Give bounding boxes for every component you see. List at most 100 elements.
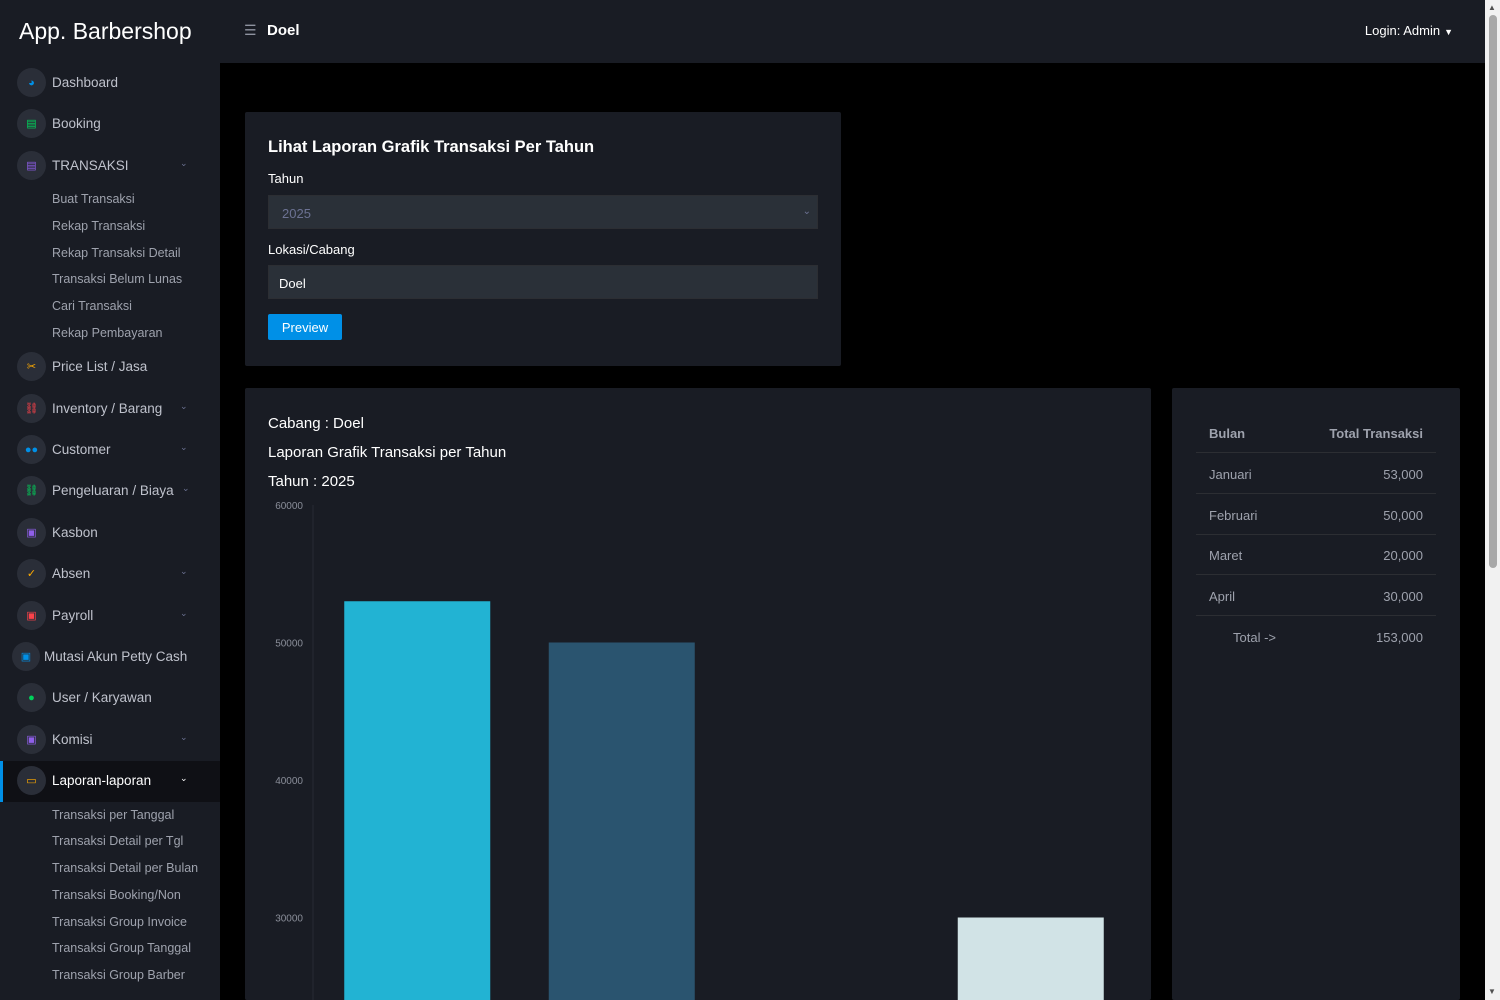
submenu-transaksi-per-tanggal[interactable]: Transaksi per Tanggal bbox=[52, 808, 174, 822]
branch-field[interactable]: Doel bbox=[268, 265, 818, 299]
submenu-transaksi-detail-per-bulan[interactable]: Transaksi Detail per Bulan bbox=[52, 861, 198, 875]
submenu-rekap-transaksi-detail[interactable]: Rekap Transaksi Detail bbox=[52, 246, 181, 260]
cash-icon: ▣ bbox=[12, 642, 40, 671]
chevron-down-icon: ⌄ bbox=[180, 401, 188, 411]
table-cell-month: Maret bbox=[1209, 548, 1243, 563]
sidebar-item-label: Payroll bbox=[52, 608, 94, 623]
submenu-transaksi-detail-per-tgl[interactable]: Transaksi Detail per Tgl bbox=[52, 834, 183, 848]
chevron-down-icon: ⌄ bbox=[180, 773, 188, 783]
users-icon: ●● bbox=[17, 435, 46, 464]
branch-title: Doel bbox=[267, 22, 300, 39]
sidebar-item-label: Price List / Jasa bbox=[52, 359, 148, 374]
table-cell-total: 50,000 bbox=[1383, 508, 1423, 523]
sidebar-item-booking[interactable]: ▤ Booking bbox=[0, 104, 220, 145]
sidebar-item-label: Booking bbox=[52, 116, 101, 131]
table-row: Februari 50,000 bbox=[1196, 495, 1436, 535]
chevron-down-icon: ⌄ bbox=[802, 206, 811, 217]
login-label: Login: Admin bbox=[1364, 23, 1441, 38]
table-total-value: 153,000 bbox=[1376, 630, 1423, 645]
sidebar-item-inventory[interactable]: ⛓ Inventory / Barang ⌄ bbox=[0, 389, 220, 430]
submenu-rekap-transaksi[interactable]: Rekap Transaksi bbox=[52, 219, 145, 233]
scroll-down-icon[interactable]: ▼ bbox=[1488, 987, 1496, 996]
y-tick-label: 40000 bbox=[275, 776, 303, 787]
submenu-buat-transaksi[interactable]: Buat Transaksi bbox=[52, 192, 135, 206]
table-total-label: Total -> bbox=[1233, 630, 1276, 645]
submenu-transaksi-group-invoice[interactable]: Transaksi Group Invoice bbox=[52, 915, 187, 929]
chevron-down-icon: ⌄ bbox=[180, 566, 188, 576]
table-row: Januari 53,000 bbox=[1196, 454, 1436, 494]
y-tick-label: 50000 bbox=[275, 639, 303, 650]
hamburger-icon[interactable]: ☰ bbox=[244, 22, 257, 39]
table-cell-total: 30,000 bbox=[1383, 589, 1423, 604]
sidebar-item-payroll[interactable]: ▣ Payroll ⌄ bbox=[0, 596, 220, 637]
filter-card-title: Lihat Laporan Grafik Transaksi Per Tahun bbox=[268, 138, 595, 156]
sidebar-item-label: Laporan-laporan bbox=[52, 773, 152, 788]
laptop-icon: ▭ bbox=[17, 766, 46, 795]
table-header-total: Total Transaksi bbox=[1329, 426, 1423, 441]
sidebar-item-label: TRANSAKSI bbox=[52, 158, 129, 173]
table-row: April 30,000 bbox=[1196, 576, 1436, 616]
sidebar-item-pengeluaran[interactable]: ⛓ Pengeluaran / Biaya ⌄ bbox=[0, 471, 220, 512]
sidebar: ◕ Dashboard ▤ Booking ▤ TRANSAKSI ⌄ Buat… bbox=[0, 63, 220, 1000]
bar-februari[interactable] bbox=[548, 642, 695, 1000]
sidebar-item-transaksi[interactable]: ▤ TRANSAKSI ⌄ bbox=[0, 146, 220, 187]
submenu-transaksi-booking-non[interactable]: Transaksi Booking/Non bbox=[52, 888, 181, 902]
submenu-transaksi-belum-lunas[interactable]: Transaksi Belum Lunas bbox=[52, 272, 182, 286]
chevron-down-icon: ⌄ bbox=[180, 158, 188, 168]
sidebar-item-label: Customer bbox=[52, 442, 111, 457]
y-tick-label: 60000 bbox=[275, 501, 303, 512]
preview-button[interactable]: Preview bbox=[268, 314, 342, 340]
chevron-down-icon: ⌄ bbox=[180, 732, 188, 742]
top-navbar: App. Barbershop ☰ Doel Login: Admin ▼ bbox=[0, 0, 1485, 63]
sidebar-item-label: Kasbon bbox=[52, 525, 98, 540]
document-icon: ▤ bbox=[17, 109, 46, 138]
bar-januari[interactable] bbox=[344, 601, 491, 1000]
table-cell-month: April bbox=[1209, 589, 1236, 604]
table-header-row: Bulan Total Transaksi bbox=[1196, 413, 1436, 453]
scroll-up-icon[interactable]: ▲ bbox=[1488, 3, 1496, 12]
submenu-cari-transaksi[interactable]: Cari Transaksi bbox=[52, 299, 132, 313]
cash-icon: ▣ bbox=[17, 518, 46, 547]
submenu-transaksi-group-tanggal[interactable]: Transaksi Group Tanggal bbox=[52, 941, 191, 955]
submenu-rekap-pembayaran[interactable]: Rekap Pembayaran bbox=[52, 326, 162, 340]
table-cell-month: Februari bbox=[1209, 508, 1258, 523]
summary-table-card: Bulan Total Transaksi Januari 53,000 Feb… bbox=[1172, 388, 1460, 1000]
page-scrollbar[interactable]: ▲ ▼ bbox=[1485, 0, 1500, 1000]
submenu-transaksi-group-barber[interactable]: Transaksi Group Barber bbox=[52, 968, 185, 982]
table-cell-total: 53,000 bbox=[1383, 467, 1423, 482]
sidebar-item-kasbon[interactable]: ▣ Kasbon bbox=[0, 513, 220, 554]
scrollbar-thumb[interactable] bbox=[1489, 15, 1497, 568]
sidebar-item-komisi[interactable]: ▣ Komisi ⌄ bbox=[0, 720, 220, 761]
year-select[interactable]: 2025 ⌄ bbox=[268, 195, 818, 229]
sidebar-item-customer[interactable]: ●● Customer ⌄ bbox=[0, 430, 220, 471]
check-icon: ✓ bbox=[17, 559, 46, 588]
chart-card: Cabang : Doel Laporan Grafik Transaksi p… bbox=[245, 388, 1151, 1000]
sidebar-item-label: Pengeluaran / Biaya bbox=[52, 483, 174, 498]
year-label: Tahun bbox=[268, 171, 304, 186]
sidebar-item-absen[interactable]: ✓ Absen ⌄ bbox=[0, 554, 220, 595]
y-tick-label: 30000 bbox=[275, 914, 303, 925]
table-header-month: Bulan bbox=[1209, 426, 1246, 441]
sidebar-item-price-list[interactable]: ✂ Price List / Jasa bbox=[0, 347, 220, 388]
sidebar-item-dashboard[interactable]: ◕ Dashboard bbox=[0, 63, 220, 104]
scissors-icon: ✂ bbox=[17, 352, 46, 381]
sidebar-item-user-karyawan[interactable]: ● User / Karyawan bbox=[0, 678, 220, 719]
sidebar-item-laporan[interactable]: ▭ Laporan-laporan ⌄ bbox=[0, 761, 220, 802]
login-dropdown[interactable]: Login: Admin ▼ bbox=[1365, 23, 1453, 38]
sidebar-item-label: Dashboard bbox=[52, 75, 119, 90]
branch-field-value: Doel bbox=[279, 276, 306, 291]
shield-icon: ⛓ bbox=[17, 394, 46, 423]
bar-chart: 60000 50000 40000 30000 bbox=[275, 501, 1104, 1000]
cash-icon: ▣ bbox=[17, 725, 46, 754]
table-cell-total: 20,000 bbox=[1383, 548, 1423, 563]
branch-label: Lokasi/Cabang bbox=[268, 242, 355, 257]
sidebar-item-label: User / Karyawan bbox=[52, 690, 152, 705]
sidebar-item-label: Inventory / Barang bbox=[52, 401, 163, 416]
app-brand[interactable]: App. Barbershop bbox=[19, 18, 192, 45]
cash-icon: ▣ bbox=[17, 601, 46, 630]
sidebar-item-label: Absen bbox=[52, 566, 91, 581]
sidebar-item-mutasi-akun[interactable]: ▣ Mutasi Akun Petty Cash bbox=[0, 637, 220, 678]
bar-april[interactable] bbox=[957, 917, 1104, 1000]
table-cell-month: Januari bbox=[1209, 467, 1252, 482]
sidebar-item-label: Mutasi Akun Petty Cash bbox=[44, 649, 188, 664]
